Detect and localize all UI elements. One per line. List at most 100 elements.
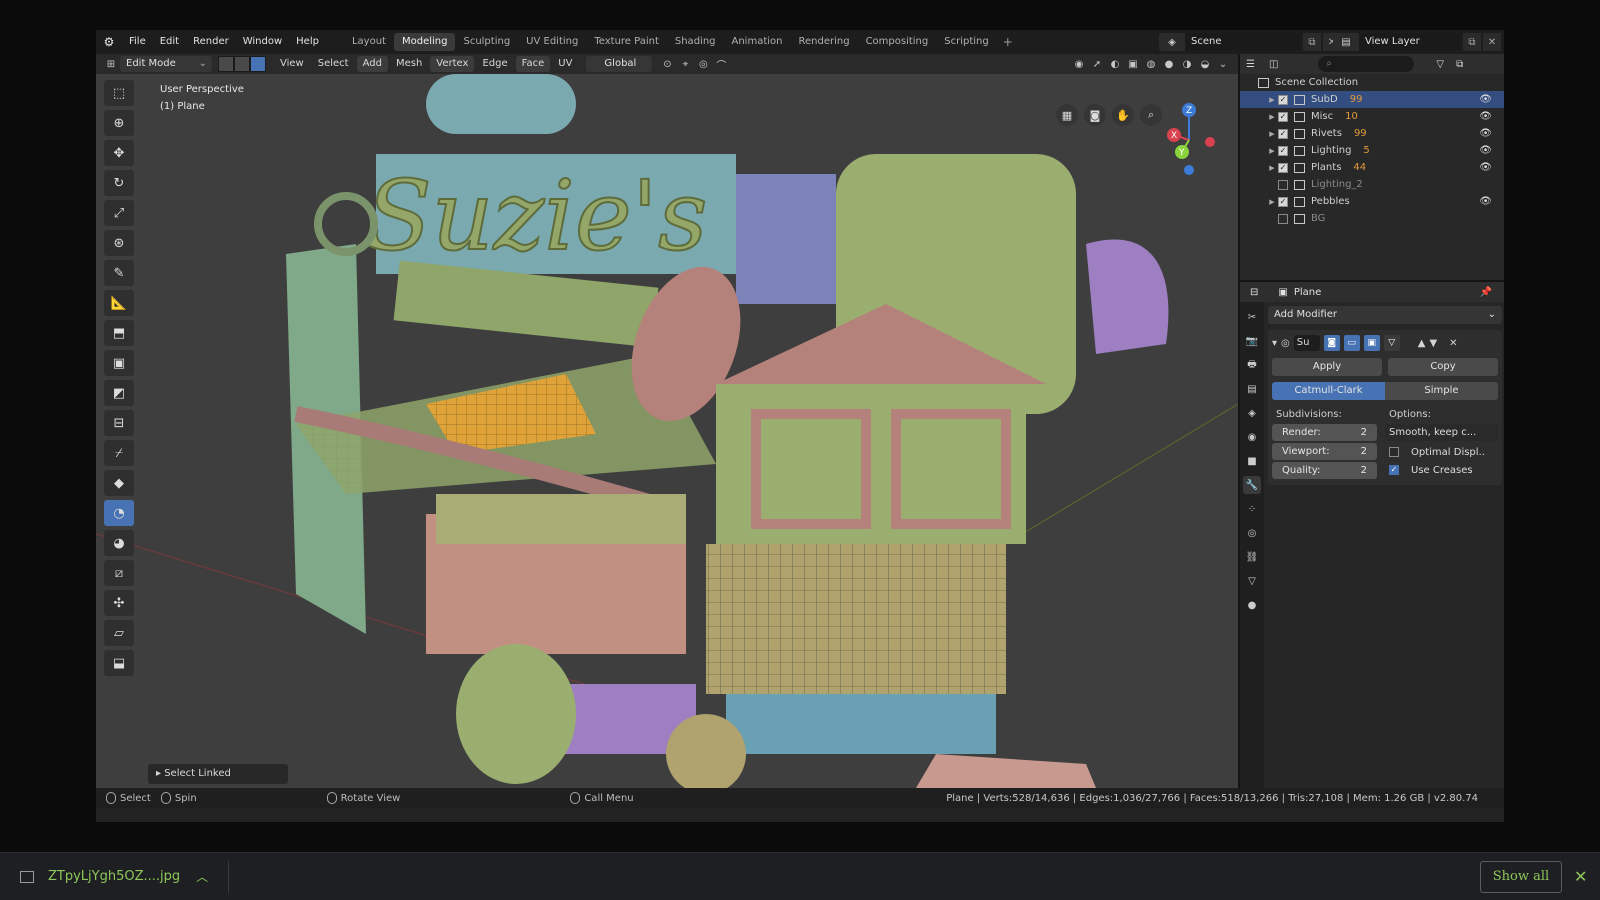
world-tab-icon[interactable]: ◉ [1243,428,1261,446]
spin-icon[interactable]: ◔ [104,500,134,526]
expand-triangle-icon[interactable]: ▶ [1266,130,1278,138]
new-collection-icon[interactable]: ⧉ [1456,59,1463,70]
outliner-row[interactable]: Lighting_2 [1240,176,1504,193]
menu-render[interactable]: Render [186,30,236,54]
rip-icon[interactable]: ⬓ [104,650,134,676]
menu-uv[interactable]: UV [552,56,578,72]
menu-vertex[interactable]: Vertex [430,56,475,72]
mode-dropdown[interactable]: Edit Mode ⌄ [120,56,212,72]
apply-button[interactable]: Apply [1272,358,1382,376]
new-view-layer-icon[interactable]: ⧉ [1463,33,1481,51]
tab-scripting[interactable]: Scripting [936,33,996,51]
exclude-checkbox[interactable]: ✓ [1278,145,1288,156]
outliner-editor-icon[interactable]: ☰ [1246,59,1255,70]
modifier-name-field[interactable]: Su [1293,335,1320,351]
last-operator-panel[interactable]: ▸ Select Linked [148,764,288,784]
show-editmode-icon[interactable]: ▣ [1363,335,1380,351]
expand-triangle-icon[interactable]: ▶ [1266,164,1278,172]
move-down-icon[interactable]: ▼ [1429,338,1437,349]
menu-mesh[interactable]: Mesh [390,56,428,72]
knife-icon[interactable]: ⌿ [104,440,134,466]
material-shading-icon[interactable]: ◑ [1178,56,1196,72]
editor-type-icon[interactable]: ⊞ [102,56,120,72]
move-up-icon[interactable]: ▲ [1418,338,1426,349]
expand-triangle-icon[interactable]: ▶ [1266,147,1278,155]
xray-toggle-icon[interactable]: ▣ [1124,56,1142,72]
simple-button[interactable]: Simple [1385,382,1498,400]
menu-help[interactable]: Help [289,30,326,54]
viewport-levels-field[interactable]: Viewport: 2 [1272,443,1377,460]
rendered-shading-icon[interactable]: ◒ [1196,56,1214,72]
modifier-tab-icon[interactable]: 🔧 [1243,476,1261,494]
poly-build-icon[interactable]: ◆ [104,470,134,496]
axis-gizmo[interactable]: Z X Y [1154,100,1224,180]
tab-uv-editing[interactable]: UV Editing [518,33,586,51]
uv-smooth-dropdown[interactable]: Smooth, keep c... [1385,424,1498,441]
copy-button[interactable]: Copy [1388,358,1498,376]
eye-icon[interactable]: 👁 [1479,196,1492,207]
show-all-button[interactable]: Show all [1480,861,1562,893]
measure-icon[interactable]: 📐 [104,290,134,316]
object-tab-icon[interactable]: ■ [1243,452,1261,470]
use-creases-checkbox[interactable]: ✓ Use Creases [1385,461,1498,479]
add-modifier-dropdown[interactable]: Add Modifier ⌄ [1268,306,1502,324]
vertex-select-icon[interactable] [218,56,234,72]
tool-tab-icon[interactable]: ✂ [1243,308,1261,326]
menu-edit[interactable]: Edit [153,30,186,54]
catmull-clark-button[interactable]: Catmull-Clark [1272,382,1385,400]
scene-name-field[interactable]: Scene [1185,33,1301,51]
expand-triangle-icon[interactable]: ▶ [1266,113,1278,121]
tab-sculpting[interactable]: Sculpting [455,33,518,51]
proportional-edit-icon[interactable]: ◎ [694,56,712,72]
exclude-checkbox[interactable]: ✓ [1278,128,1288,139]
select-box-icon[interactable]: ⬚ [104,80,134,106]
tab-animation[interactable]: Animation [724,33,791,51]
physics-tab-icon[interactable]: ◎ [1243,524,1261,542]
wireframe-shading-icon[interactable]: ◍ [1142,56,1160,72]
outliner-search-input[interactable]: ⌕ [1318,56,1415,72]
eye-icon[interactable]: 👁 [1479,128,1492,139]
optimal-display-checkbox[interactable]: Optimal Displ.. [1385,443,1498,461]
scene-icon[interactable]: ◈ [1159,33,1185,51]
scene-collection-row[interactable]: Scene Collection [1240,74,1504,91]
exclude-checkbox[interactable] [1278,213,1288,224]
add-workspace-icon[interactable]: + [997,35,1019,49]
mesh-data-tab-icon[interactable]: ▽ [1243,572,1261,590]
new-scene-icon[interactable]: ⧉ [1303,33,1321,51]
eye-icon[interactable]: 👁 [1479,94,1492,105]
loop-cut-icon[interactable]: ⊟ [104,410,134,436]
view-layer-tab-icon[interactable]: ▤ [1243,380,1261,398]
scale-icon[interactable]: ⤢ [104,200,134,226]
falloff-icon[interactable]: ⌒ [712,56,730,72]
outliner-row[interactable]: ▶ ✓ Pebbles 👁 [1240,193,1504,210]
exclude-checkbox[interactable]: ✓ [1278,111,1288,122]
shrink-fatten-icon[interactable]: ✣ [104,590,134,616]
show-cage-icon[interactable]: ▽ [1383,335,1400,351]
filter-icon[interactable]: ▽ [1436,59,1444,70]
transform-icon[interactable]: ⊛ [104,230,134,256]
exclude-checkbox[interactable]: ✓ [1278,162,1288,173]
particles-tab-icon[interactable]: ⁘ [1243,500,1261,518]
tab-shading[interactable]: Shading [667,33,724,51]
menu-edge[interactable]: Edge [476,56,513,72]
outliner-row[interactable]: ▶ ✓ Misc 10 👁 [1240,108,1504,125]
outliner-row[interactable]: ▶ ✓ Rivets 99 👁 [1240,125,1504,142]
exclude-checkbox[interactable]: ✓ [1278,94,1288,105]
tab-rendering[interactable]: Rendering [790,33,857,51]
solid-shading-icon[interactable]: ● [1160,56,1178,72]
exclude-checkbox[interactable] [1278,179,1288,190]
menu-window[interactable]: Window [236,30,289,54]
pin-icon[interactable]: 📌 [1480,287,1492,298]
blender-logo-icon[interactable]: ⚙ [96,30,122,54]
output-tab-icon[interactable]: 🖶 [1243,356,1261,374]
shear-icon[interactable]: ▱ [104,620,134,646]
annotate-icon[interactable]: ✎ [104,260,134,286]
remove-modifier-icon[interactable]: ✕ [1449,338,1457,349]
expand-triangle-icon[interactable]: ▶ [1266,96,1278,104]
transform-orientation-dropdown[interactable]: Global [586,56,653,72]
show-render-icon[interactable]: ◙ [1323,335,1340,351]
tab-texture-paint[interactable]: Texture Paint [586,33,667,51]
pan-hand-icon[interactable]: ✋ [1112,104,1134,126]
menu-face[interactable]: Face [515,56,551,72]
collapse-icon[interactable]: ▾ [1272,338,1277,349]
